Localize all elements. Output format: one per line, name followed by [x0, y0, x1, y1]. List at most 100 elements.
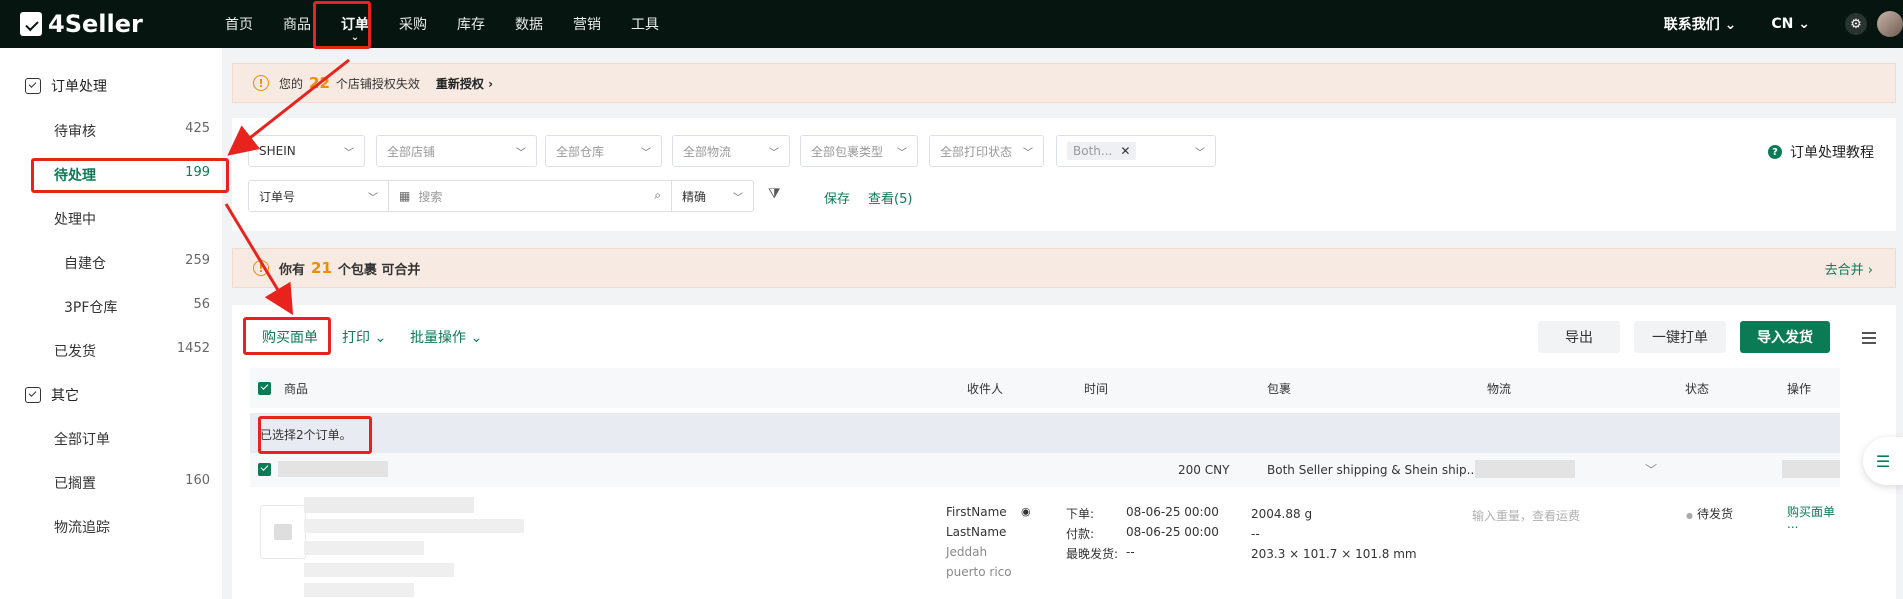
- redacted-product-line: [304, 519, 524, 533]
- reauthorize-label: 重新授权: [435, 76, 484, 91]
- close-icon[interactable]: ✕: [1120, 144, 1130, 158]
- print-menu[interactable]: 打印 ⌄: [342, 327, 386, 347]
- reauthorize-link[interactable]: 重新授权 ›: [436, 75, 493, 92]
- row-more-actions[interactable]: ...: [1787, 517, 1798, 531]
- package-description: Both Seller shipping & Shein ship...: [1267, 463, 1479, 477]
- sidebar-item-tracking[interactable]: 物流追踪: [54, 517, 210, 537]
- column-settings-icon[interactable]: [1862, 332, 1876, 344]
- header-actions: 操作: [1787, 381, 1812, 396]
- language-menu[interactable]: CN ⌄: [1771, 16, 1810, 32]
- sidebar-item-count: 56: [193, 297, 210, 312]
- select-all-checkbox[interactable]: [258, 382, 271, 395]
- nav-marketing[interactable]: 营销: [558, 0, 616, 48]
- logistics-value: 全部物流: [683, 144, 732, 159]
- view-saved-button[interactable]: 查看(5): [868, 188, 912, 207]
- export-button[interactable]: 导出: [1538, 321, 1620, 353]
- package-type-value: 全部包裹类型: [811, 144, 884, 159]
- search-type-select[interactable]: 订单号 ﹀: [248, 180, 389, 212]
- selection-info-row: 已选择2个订单。: [250, 413, 1840, 453]
- sidebar-item-label: 已发货: [54, 344, 96, 360]
- user-avatar[interactable]: [1877, 11, 1903, 37]
- chevron-down-icon: ﹀: [769, 148, 779, 159]
- search-icon[interactable]: ⌕: [654, 188, 661, 203]
- tag-select[interactable]: Both... ✕ ﹀: [1056, 135, 1216, 167]
- floating-search-list-icon[interactable]: ☰: [1863, 437, 1903, 485]
- filter-funnel-icon[interactable]: ⧩: [768, 186, 781, 202]
- auth-suffix: 个店铺授权失效: [335, 76, 420, 91]
- clipboard-check-icon: [25, 387, 41, 403]
- sidebar: 订单处理 待审核 425 待处理 199 处理中 自建仓 259 3PF仓库 5…: [0, 48, 222, 599]
- sidebar-item-count: 259: [185, 253, 210, 268]
- pay-time-value: 08-06-25 00:00: [1126, 525, 1219, 539]
- sidebar-item-count: 1452: [176, 341, 210, 356]
- latest-ship-value: --: [1126, 545, 1135, 559]
- sidebar-item-label: 物流追踪: [54, 520, 110, 536]
- sidebar-item-count: 425: [185, 121, 210, 136]
- highlight-selected-count: [258, 416, 372, 454]
- nav-data[interactable]: 数据: [500, 0, 558, 48]
- table-header: 商品 收件人 时间 包裹 物流 状态 操作: [250, 368, 1840, 408]
- selected-tag[interactable]: Both... ✕: [1067, 142, 1137, 160]
- match-mode-select[interactable]: 精确 ﹀: [671, 180, 754, 212]
- store-select[interactable]: 全部店铺 ﹀: [376, 135, 537, 167]
- main-nav: 首页 商品 订单 采购 库存 数据 营销 工具: [210, 0, 674, 48]
- sidebar-item-label: 3PF仓库: [64, 300, 118, 316]
- import-ship-button[interactable]: 导入发货: [1740, 321, 1830, 353]
- latest-ship-label: 最晚发货:: [1066, 547, 1119, 561]
- order-checkbox[interactable]: [258, 463, 271, 476]
- package-weight: 2004.88 g: [1251, 507, 1313, 521]
- warehouse-select[interactable]: 全部仓库 ﹀: [545, 135, 662, 167]
- search-input[interactable]: ▦ 搜索 ⌕: [388, 180, 672, 212]
- sidebar-item-all-orders[interactable]: 全部订单: [54, 429, 210, 449]
- chevron-down-icon: ﹀: [1195, 148, 1205, 159]
- language-label: CN: [1771, 16, 1794, 32]
- sidebar-item-pending-review[interactable]: 待审核 425: [54, 121, 210, 141]
- logistics-hint[interactable]: 输入重量，查看运费: [1472, 507, 1580, 524]
- sidebar-item-label: 待审核: [54, 124, 96, 140]
- one-click-print-button[interactable]: 一键打单: [1634, 321, 1726, 353]
- go-merge-link[interactable]: 去合并 ›: [1825, 259, 1873, 278]
- batch-operations-menu[interactable]: 批量操作 ⌄: [410, 327, 482, 347]
- auth-warning-banner: ! 您的 22 个店铺授权失效 重新授权 ›: [232, 63, 1896, 103]
- logo[interactable]: 4Seller: [20, 10, 200, 38]
- hide-eye-icon[interactable]: ◉: [1021, 505, 1031, 518]
- chevron-down-icon: ﹀: [733, 193, 743, 204]
- save-filter-button[interactable]: 保存: [824, 188, 850, 207]
- package-dash: --: [1251, 527, 1260, 541]
- chevron-down-icon[interactable]: ﹀: [1645, 461, 1657, 478]
- logistics-select[interactable]: 全部物流 ﹀: [672, 135, 790, 167]
- help-icon: ?: [1768, 145, 1782, 159]
- nav-tools[interactable]: 工具: [616, 0, 674, 48]
- redacted-product-line: [304, 563, 454, 577]
- sidebar-item-shipped[interactable]: 已发货 1452: [54, 341, 210, 361]
- nav-inventory[interactable]: 库存: [442, 0, 500, 48]
- search-placeholder: 搜索: [418, 189, 443, 204]
- highlight-orders-nav: [313, 1, 371, 49]
- highlight-to-process: [31, 158, 229, 193]
- print-status-select[interactable]: 全部打印状态 ﹀: [929, 135, 1044, 167]
- platform-select[interactable]: SHEIN ﹀: [248, 135, 365, 167]
- status-label: 待发货: [1696, 507, 1733, 521]
- contact-us-menu[interactable]: 联系我们 ⌄: [1664, 14, 1737, 34]
- filter-panel: SHEIN ﹀ 全部店铺 ﹀ 全部仓库 ﹀ 全部物流 ﹀ 全部包裹类型 ﹀ 全部…: [232, 118, 1896, 231]
- header-package: 包裹: [1267, 381, 1292, 396]
- nav-purchase[interactable]: 采购: [384, 0, 442, 48]
- tutorial-link[interactable]: ? 订单处理教程: [1768, 142, 1874, 162]
- header-status: 状态: [1685, 381, 1710, 396]
- sidebar-item-on-hold[interactable]: 已搁置 160: [54, 473, 210, 493]
- sidebar-section-other[interactable]: 其它: [25, 385, 79, 405]
- order-header-row: 200 CNY Both Seller shipping & Shein shi…: [250, 453, 1840, 487]
- redacted-product-line: [304, 583, 414, 597]
- warehouse-value: 全部仓库: [556, 144, 605, 159]
- sidebar-item-own-warehouse[interactable]: 自建仓 259: [64, 253, 210, 273]
- sidebar-item-processing[interactable]: 处理中: [54, 209, 210, 229]
- highlight-buy-label: [243, 317, 331, 355]
- sidebar-item-label: 已搁置: [54, 476, 96, 492]
- sidebar-section-order-processing[interactable]: 订单处理: [25, 76, 107, 96]
- product-image-placeholder[interactable]: [260, 505, 306, 559]
- package-type-select[interactable]: 全部包裹类型 ﹀: [800, 135, 918, 167]
- sidebar-item-label: 自建仓: [64, 256, 106, 272]
- nav-home[interactable]: 首页: [210, 0, 268, 48]
- sidebar-item-3pf-warehouse[interactable]: 3PF仓库 56: [64, 297, 210, 317]
- settings-gear-icon[interactable]: ⚙: [1845, 13, 1867, 35]
